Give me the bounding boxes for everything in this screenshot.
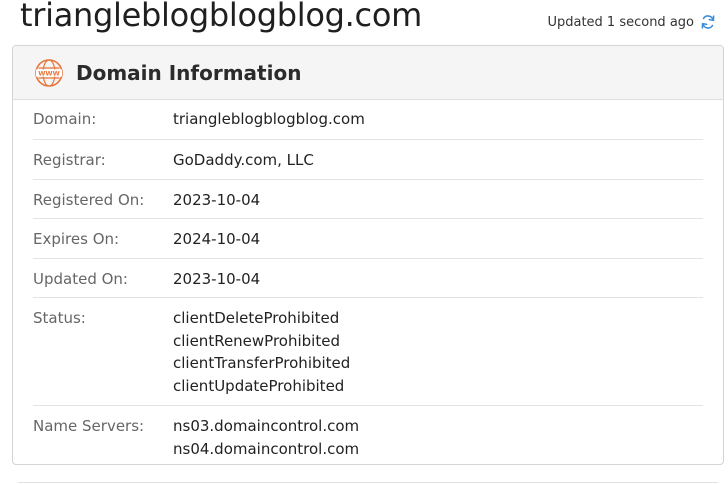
updated-on-value: 2023-10-04 [173,269,261,288]
row-label: Status: [33,309,86,327]
info-row-status: Status: clientDeleteProhibited clientRen… [33,298,703,406]
info-row-expires-on: Expires On: 2024-10-04 [33,219,703,259]
row-value: GoDaddy.com, LLC [173,149,314,179]
last-updated-indicator: Updated 1 second ago [547,14,716,30]
domain-information-panel: WWW Domain Information Domain: triangleb… [12,45,724,465]
row-value: 2023-10-04 [173,268,260,298]
info-row-domain: Domain: triangleblogblogblog.com [33,100,703,140]
info-row-updated-on: Updated On: 2023-10-04 [33,259,703,298]
row-value: 2023-10-04 [173,189,260,219]
row-label: Registrar: [33,151,106,169]
status-value: clientTransferProhibited [173,354,351,372]
info-row-name-servers: Name Servers: ns03.domaincontrol.com ns0… [33,406,703,460]
domain-value: triangleblogblogblog.com [173,110,365,128]
row-value: triangleblogblogblog.com [173,108,365,139]
panel-header: WWW Domain Information [13,46,723,100]
registered-on-value: 2023-10-04 [173,190,261,209]
row-value: 2024-10-04 [173,228,260,258]
status-value: clientRenewProhibited [173,331,340,350]
www-icon: WWW [34,58,64,88]
row-label: Name Servers: [33,417,145,435]
expires-on-value: 2024-10-04 [173,230,261,248]
panel-title: Domain Information [76,60,302,85]
row-label: Registered On: [33,190,145,209]
name-server-value: ns04.domaincontrol.com [173,439,360,458]
refresh-icon[interactable] [700,14,716,30]
row-label: Updated On: [33,269,128,288]
row-value: clientDeleteProhibited clientRenewProhib… [173,307,350,405]
registrar-value: GoDaddy.com, LLC [173,151,314,169]
row-label: Expires On: [33,230,120,248]
row-label: Domain: [33,110,97,128]
domain-info-table: Domain: triangleblogblogblog.com Registr… [13,100,723,460]
info-row-registered-on: Registered On: 2023-10-04 [33,180,703,219]
status-value: clientUpdateProhibited [173,376,345,395]
status-value: clientDeleteProhibited [173,309,340,327]
site-title: triangleblogblogblog.com [20,0,422,34]
row-value: ns03.domaincontrol.com ns04.domaincontro… [173,415,359,460]
info-row-registrar: Registrar: GoDaddy.com, LLC [33,140,703,180]
divider [18,482,718,483]
updated-text: Updated 1 second ago [547,14,694,30]
name-server-value: ns03.domaincontrol.com [173,417,360,435]
svg-text:WWW: WWW [38,69,60,77]
